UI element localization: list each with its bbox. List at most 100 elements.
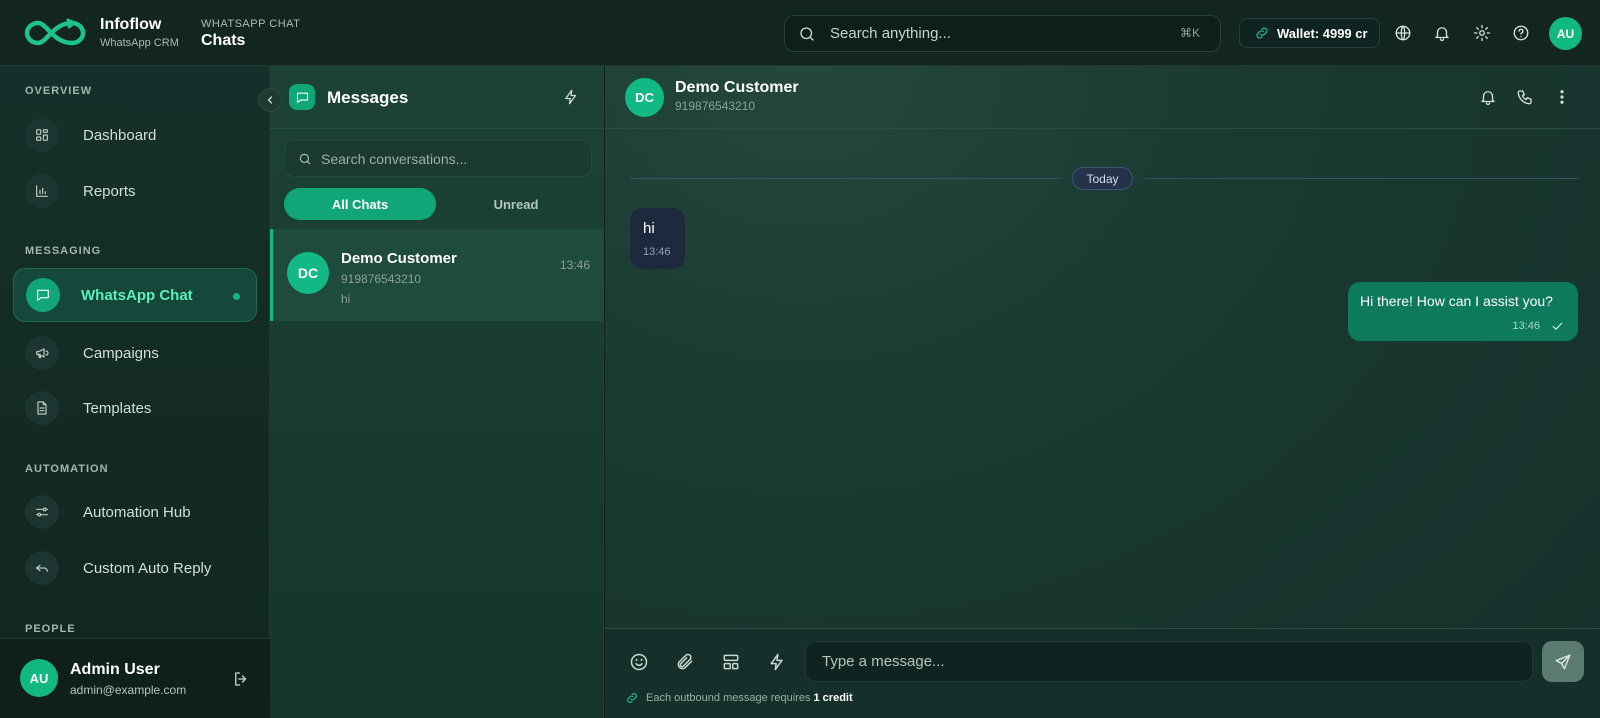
sidebar-item-whatsapp-chat[interactable]: WhatsApp Chat (13, 268, 257, 322)
globe-icon[interactable] (1394, 24, 1412, 42)
incoming-message-bubble[interactable]: hi 13:46 (630, 208, 685, 269)
sidebar-item-custom-auto-reply[interactable]: Custom Auto Reply (13, 541, 257, 595)
search-icon (298, 152, 312, 166)
link-icon (1254, 25, 1270, 41)
message-input[interactable]: Type a message... (805, 641, 1533, 682)
sidebar-item-label: WhatsApp Chat (81, 286, 193, 304)
outgoing-message-bubble[interactable]: Hi there! How can I assist you? 13:46 (1348, 282, 1578, 341)
contact-phone: 919876543210 (675, 99, 756, 113)
sidebar-item-label: Campaigns (83, 344, 159, 362)
active-indicator-dot (233, 293, 240, 300)
day-separator-badge: Today (1072, 167, 1133, 190)
contact-name: Demo Customer (675, 79, 799, 96)
credit-note-value: 1 credit (813, 692, 853, 704)
search-placeholder: Search anything... (830, 25, 951, 42)
sidebar-item-label: Custom Auto Reply (83, 559, 212, 577)
avatar[interactable]: AU (20, 659, 58, 697)
top-bar: Infoflow WhatsApp CRM WHATSAPP CHAT Chat… (0, 0, 1600, 66)
breadcrumb-section: WHATSAPP CHAT (201, 18, 301, 30)
tab-all-chats[interactable]: All Chats (284, 188, 436, 220)
template-icon[interactable] (721, 652, 741, 672)
page-title: Chats (201, 32, 246, 49)
wallet-balance: Wallet: 4999 cr (1277, 25, 1368, 41)
emoji-icon[interactable] (629, 652, 649, 672)
logout-icon[interactable] (232, 670, 250, 688)
document-icon (34, 400, 50, 416)
bar-chart-icon (34, 183, 50, 199)
sliders-icon (34, 504, 50, 520)
link-icon (625, 691, 639, 705)
conversation-list-header: Messages (270, 66, 604, 129)
conversation-list-panel: Messages Search conversations... All Cha… (270, 66, 604, 718)
chevron-left-icon (264, 94, 276, 106)
avatar[interactable]: DC (625, 78, 664, 117)
conversation-name: Demo Customer (341, 250, 457, 267)
lightning-icon[interactable] (767, 652, 787, 672)
chat-filter-tabs: All Chats Unread (284, 188, 592, 220)
global-search-input[interactable]: Search anything... ⌘K (784, 15, 1221, 52)
send-button[interactable] (1542, 641, 1584, 682)
user-email: admin@example.com (70, 683, 187, 697)
conversation-list-title: Messages (327, 88, 409, 107)
lightning-icon[interactable] (562, 88, 580, 106)
credit-note-text: Each outbound message requires (646, 692, 811, 704)
sidebar-item-dashboard[interactable]: Dashboard (13, 108, 257, 162)
list-item[interactable]: DC Demo Customer 919876543210 hi 13:46 (270, 229, 604, 321)
sidebar-item-campaigns[interactable]: Campaigns (13, 326, 257, 380)
check-icon (1551, 320, 1564, 333)
section-label-automation: AUTOMATION (25, 463, 109, 475)
phone-icon[interactable] (1516, 88, 1534, 106)
bell-icon[interactable] (1433, 24, 1451, 42)
collapse-sidebar-button[interactable] (258, 88, 282, 112)
sidebar-item-label: Reports (83, 182, 136, 200)
breadcrumb: WHATSAPP CHAT Chats (201, 17, 300, 50)
conversation-phone: 919876543210 (341, 272, 422, 286)
grid-icon (34, 127, 50, 143)
message-time: 13:46 (643, 246, 671, 258)
avatar: DC (287, 252, 329, 294)
infinity-logo-icon[interactable] (20, 16, 90, 50)
message-icon (35, 287, 51, 303)
attachment-icon[interactable] (675, 652, 695, 672)
brand-subtitle: WhatsApp CRM (100, 37, 179, 49)
conversation-time: 13:46 (559, 258, 590, 272)
conversation-search-input[interactable]: Search conversations... (284, 140, 592, 177)
message-icon (295, 90, 310, 105)
sidebar-item-label: Dashboard (83, 126, 157, 144)
brand-name: Infoflow (100, 16, 162, 33)
bell-icon[interactable] (1479, 88, 1497, 106)
search-placeholder: Search conversations... (321, 150, 468, 167)
divider (1145, 178, 1578, 179)
message-composer: Type a message... Each outbound message … (605, 628, 1600, 718)
sidebar-item-reports[interactable]: Reports (13, 164, 257, 218)
reply-icon (34, 560, 50, 576)
section-label-people: PEOPLE (25, 623, 76, 635)
message-text: hi (643, 220, 655, 237)
chat-header: DC Demo Customer 919876543210 (605, 66, 1600, 129)
user-name: Admin User (70, 661, 160, 678)
user-avatar-button[interactable]: AU (1549, 17, 1582, 50)
tab-unread[interactable]: Unread (440, 188, 592, 220)
sidebar-item-label: Templates (83, 399, 152, 417)
brand: Infoflow WhatsApp CRM (100, 16, 179, 50)
section-label-messaging: MESSAGING (25, 245, 102, 257)
credit-note: Each outbound message requires 1 credit (625, 691, 853, 705)
send-icon (1554, 653, 1572, 671)
divider (630, 178, 1062, 179)
message-text: Hi there! How can I assist you? (1360, 293, 1553, 309)
gear-icon[interactable] (1473, 24, 1491, 42)
search-shortcut: ⌘K (1179, 26, 1200, 40)
wallet-button[interactable]: Wallet: 4999 cr (1239, 18, 1380, 48)
help-icon[interactable] (1512, 24, 1530, 42)
message-placeholder: Type a message... (822, 653, 945, 670)
sidebar-item-templates[interactable]: Templates (13, 381, 257, 435)
megaphone-icon (34, 345, 50, 361)
more-vertical-icon[interactable] (1553, 88, 1571, 106)
conversation-preview: hi (341, 292, 351, 306)
search-icon (798, 25, 816, 43)
sidebar-item-automation-hub[interactable]: Automation Hub (13, 485, 257, 539)
sidebar: OVERVIEW Dashboard Reports MESSAGING Wha… (0, 66, 270, 718)
section-label-overview: OVERVIEW (25, 85, 93, 97)
message-time: 13:46 (1512, 320, 1540, 332)
chat-panel: DC Demo Customer 919876543210 Today hi 1… (605, 66, 1600, 718)
